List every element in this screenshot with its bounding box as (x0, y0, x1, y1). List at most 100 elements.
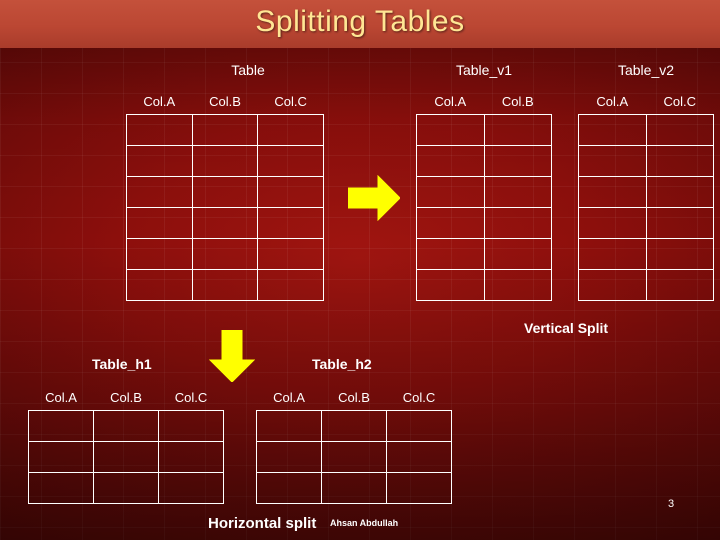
table-header-cell: Col.B (484, 88, 552, 115)
table-cell (256, 472, 322, 504)
table-row (28, 472, 224, 504)
table-cell (416, 145, 485, 177)
table-cell (578, 269, 647, 301)
table-cell (126, 238, 193, 270)
table-cell (257, 114, 324, 146)
table-header-cell: Col.A (126, 88, 193, 115)
caption-table: Table (231, 62, 265, 78)
table-row (578, 145, 714, 177)
table-cell (257, 207, 324, 239)
table-row (126, 114, 324, 146)
arrow-down-icon (209, 330, 255, 382)
table-cell (578, 207, 647, 239)
table-row (578, 269, 714, 301)
table-cell (321, 410, 387, 442)
table-horizontal-1: Col.A Col.B Col.C (28, 384, 224, 504)
page-title: Splitting Tables (255, 5, 465, 38)
table-cell (93, 472, 159, 504)
table-cell (483, 145, 552, 177)
table-row (416, 145, 552, 177)
table-row (578, 114, 714, 146)
table-cell (93, 441, 159, 473)
table-header-cell: Col.C (257, 88, 324, 115)
caption-table-h2: Table_h2 (312, 356, 372, 372)
table-cell (578, 145, 647, 177)
table-cell (191, 269, 259, 301)
table-cell (257, 176, 324, 208)
credit-text: Ahsan Abdullah (330, 518, 399, 528)
table-cell (578, 176, 647, 208)
table-header-row: Col.A Col.B Col.C (28, 384, 224, 411)
table-header-cell: Col.A (256, 384, 322, 411)
table-cell (257, 145, 324, 177)
table-cell (126, 114, 193, 146)
table-header-cell: Col.B (321, 384, 387, 411)
horizontal-split-label: Horizontal split (208, 515, 317, 532)
table-cell (191, 207, 259, 239)
table-original: Col.A Col.B Col.C (126, 88, 324, 301)
table-header-row: Col.A Col.B Col.C (126, 88, 324, 115)
table-cell (578, 238, 647, 270)
table-row (126, 176, 324, 208)
table-header-cell: Col.C (386, 384, 452, 411)
table-cell (483, 176, 552, 208)
table-row (256, 410, 452, 442)
table-header-cell: Col.A (578, 88, 646, 115)
table-cell (645, 176, 714, 208)
arrow-right-icon (348, 175, 400, 221)
table-cell (158, 410, 224, 442)
table-cell (645, 145, 714, 177)
table-cell (645, 269, 714, 301)
table-header-row: Col.A Col.C (578, 88, 714, 115)
table-row (256, 441, 452, 473)
table-header-cell: Col.A (28, 384, 94, 411)
table-header-cell: Col.C (646, 88, 714, 115)
table-cell (256, 441, 322, 473)
table-header-cell: Col.B (93, 384, 159, 411)
vertical-split-label: Vertical Split (524, 320, 609, 336)
table-cell (126, 176, 193, 208)
table-row (416, 269, 552, 301)
table-cell (126, 207, 193, 239)
table-row (578, 238, 714, 270)
table-row (126, 145, 324, 177)
table-cell (578, 114, 647, 146)
table-cell (645, 207, 714, 239)
table-row (126, 207, 324, 239)
table-cell (126, 269, 193, 301)
table-row (416, 176, 552, 208)
table-horizontal-2: Col.A Col.B Col.C (256, 384, 452, 504)
table-cell (28, 410, 94, 442)
table-cell (416, 238, 485, 270)
table-cell (158, 472, 224, 504)
table-row (126, 269, 324, 301)
table-cell (483, 114, 552, 146)
table-cell (483, 269, 552, 301)
table-cell (257, 238, 324, 270)
table-cell (416, 207, 485, 239)
table-cell (257, 269, 324, 301)
page-number: 3 (668, 498, 675, 510)
table-cell (321, 472, 387, 504)
slide: Splitting Tables Table Table_v1 Table_v2… (0, 0, 720, 540)
table-row (28, 410, 224, 442)
table-row (126, 238, 324, 270)
table-header-cell: Col.A (416, 88, 484, 115)
table-cell (645, 114, 714, 146)
table-cell (93, 410, 159, 442)
table-cell (416, 269, 485, 301)
caption-table-v1: Table_v1 (455, 62, 513, 78)
table-cell (256, 410, 322, 442)
table-cell (386, 441, 452, 473)
table-cell (158, 441, 224, 473)
table-cell (191, 176, 259, 208)
table-cell (483, 238, 552, 270)
table-row (28, 441, 224, 473)
caption-table-v2: Table_v2 (617, 62, 675, 78)
table-row (416, 114, 552, 146)
table-vertical-1: Col.A Col.B (416, 88, 552, 301)
table-header-row: Col.A Col.B Col.C (256, 384, 452, 411)
table-cell (28, 441, 94, 473)
table-cell (191, 145, 259, 177)
table-row (416, 238, 552, 270)
